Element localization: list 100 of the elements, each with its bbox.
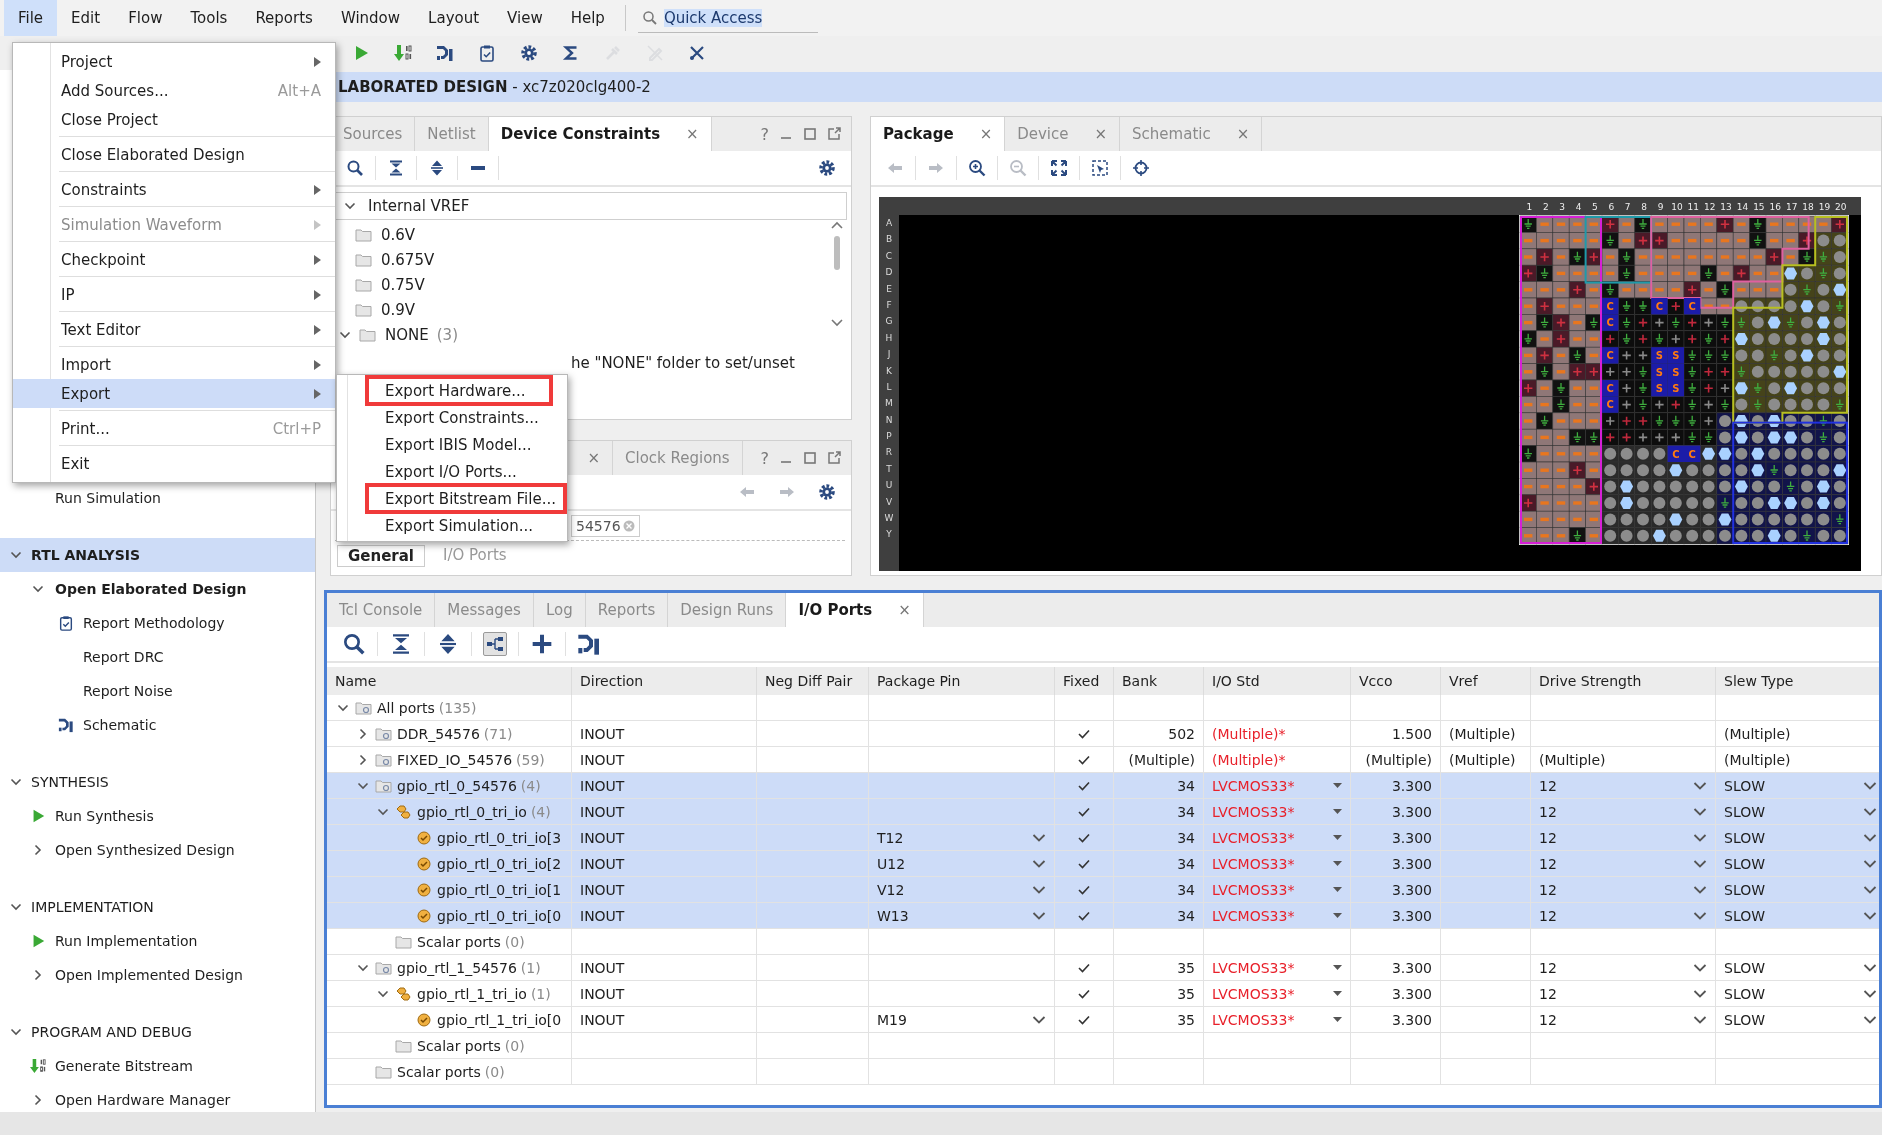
- section-header[interactable]: SYNTHESIS: [0, 765, 315, 799]
- dropdown-arrow-icon[interactable]: [1333, 887, 1342, 892]
- crosshair-icon[interactable]: [1132, 159, 1150, 177]
- clipboard-icon[interactable]: [478, 44, 496, 62]
- menu-item[interactable]: Help: [556, 0, 619, 36]
- table-row[interactable]: gpio_rtl_0_tri_io[3 INOUT T12 34 LVCMOS33* 3.300 12 SLOW: [327, 825, 1879, 851]
- collapse-all-icon[interactable]: [387, 159, 405, 177]
- dropdown-icon[interactable]: [1863, 806, 1877, 817]
- section-header[interactable]: RTL ANALYSIS: [0, 538, 315, 572]
- menu-item[interactable]: Exit: [13, 449, 335, 478]
- quick-access-field[interactable]: Quick Access: [637, 3, 818, 33]
- dropdown-icon[interactable]: [1863, 962, 1877, 973]
- tree-header[interactable]: Internal VREF: [368, 197, 470, 215]
- tree-item[interactable]: 0.6V: [381, 225, 416, 244]
- close-button[interactable]: ×: [1236, 125, 1250, 143]
- chevron-right-icon[interactable]: [32, 969, 44, 981]
- chevron-down-icon[interactable]: [344, 200, 356, 212]
- table-row[interactable]: gpio_rtl_1_tri_io[0 INOUT M19 35 LVCMOS33* 3.300 12 SLOW: [327, 1007, 1879, 1033]
- menu-item[interactable]: Checkpoint: [13, 245, 335, 274]
- zoom-in-icon[interactable]: [968, 159, 986, 177]
- menu-item[interactable]: File: [4, 0, 58, 36]
- nav-item[interactable]: Run Synthesis: [55, 808, 154, 824]
- menu-item[interactable]: View: [493, 0, 557, 36]
- table-row[interactable]: gpio_rtl_0_tri_io (4) INOUT 34 LVCMOS33* 3.300 12 SLOW: [327, 799, 1879, 825]
- dropdown-icon[interactable]: [1693, 1014, 1707, 1025]
- close-button[interactable]: ×: [979, 125, 993, 143]
- schematic-icon[interactable]: [436, 44, 454, 62]
- float-window-icon[interactable]: [827, 451, 841, 465]
- column-header[interactable]: Bank: [1114, 667, 1204, 695]
- nav-item[interactable]: Report Methodology: [83, 615, 225, 631]
- chevron-right-icon[interactable]: [32, 844, 44, 856]
- dropdown-icon[interactable]: [1863, 780, 1877, 791]
- chevron-down-icon[interactable]: [10, 549, 22, 561]
- schematic-icon[interactable]: [58, 717, 74, 733]
- zoom-area-icon[interactable]: [1091, 159, 1109, 177]
- table-row[interactable]: All ports (135): [327, 695, 1879, 721]
- dropdown-icon[interactable]: [1032, 858, 1046, 869]
- nav-item[interactable]: Run Simulation: [55, 490, 161, 506]
- maximize-icon[interactable]: [803, 451, 817, 465]
- tab[interactable]: General: [337, 545, 425, 567]
- dropdown-arrow-icon[interactable]: [1333, 913, 1342, 918]
- dropdown-icon[interactable]: [1863, 884, 1877, 895]
- table-row[interactable]: gpio_rtl_1_54576 (1) INOUT 35 LVCMOS33* 3.300 12 SLOW: [327, 955, 1879, 981]
- dropdown-icon[interactable]: [1863, 988, 1877, 999]
- dropdown-icon[interactable]: [1693, 806, 1707, 817]
- menu-item[interactable]: Import: [13, 350, 335, 379]
- nav-item[interactable]: Open Synthesized Design: [55, 842, 235, 858]
- chevron-down-icon[interactable]: [32, 583, 44, 595]
- fit-view-icon[interactable]: [1050, 159, 1068, 177]
- section-header[interactable]: IMPLEMENTATION: [0, 890, 315, 924]
- column-header[interactable]: I/O Std: [1204, 667, 1351, 695]
- crossed-tools-icon[interactable]: [688, 44, 706, 62]
- dropdown-arrow-icon[interactable]: [1333, 991, 1342, 996]
- schematic-icon[interactable]: [577, 632, 601, 656]
- chevron-down-icon[interactable]: [10, 1026, 22, 1038]
- menu-item[interactable]: Window: [326, 0, 415, 36]
- table-row[interactable]: Scalar ports (0): [327, 1059, 1879, 1085]
- hierarchy-icon[interactable]: [483, 632, 507, 656]
- chevron-right-icon[interactable]: [357, 753, 369, 766]
- nav-item[interactable]: Schematic: [83, 717, 157, 733]
- tree-item[interactable]: NONE: [385, 325, 429, 344]
- column-header[interactable]: Drive Strength: [1531, 667, 1716, 695]
- dropdown-arrow-icon[interactable]: [1333, 809, 1342, 814]
- menu-item[interactable]: Print... Ctrl+P: [13, 414, 335, 443]
- help-button[interactable]: ?: [760, 124, 769, 144]
- dropdown-icon[interactable]: [1693, 910, 1707, 921]
- tab[interactable]: Package ×: [871, 117, 1006, 151]
- column-header[interactable]: Direction: [572, 667, 757, 695]
- dropdown-icon[interactable]: [1693, 780, 1707, 791]
- menu-item[interactable]: Text Editor: [13, 315, 335, 344]
- chevron-right-icon[interactable]: [32, 1094, 44, 1106]
- filter-field[interactable]: 54576: [571, 514, 640, 537]
- settings-icon[interactable]: [520, 44, 538, 62]
- dropdown-arrow-icon[interactable]: [1333, 835, 1342, 840]
- dropdown-icon[interactable]: [1693, 832, 1707, 843]
- section-header[interactable]: PROGRAM AND DEBUG: [0, 1015, 315, 1049]
- column-header[interactable]: Slew Type: [1716, 667, 1879, 695]
- table-row[interactable]: gpio_rtl_0_54576 (4) INOUT 34 LVCMOS33* 3.300 12 SLOW: [327, 773, 1879, 799]
- settings-icon[interactable]: [818, 159, 836, 177]
- menu-item[interactable]: Export: [13, 379, 335, 408]
- nav-item[interactable]: Run Implementation: [55, 933, 198, 949]
- dropdown-icon[interactable]: [1032, 832, 1046, 843]
- search-icon[interactable]: [346, 159, 364, 177]
- sigma-icon[interactable]: [562, 44, 580, 62]
- menu-item[interactable]: Export Bitstream File...: [367, 485, 565, 512]
- dropdown-icon[interactable]: [1032, 884, 1046, 895]
- nav-item[interactable]: Open Hardware Manager: [55, 1092, 231, 1108]
- search-icon[interactable]: [342, 632, 366, 656]
- column-header[interactable]: Neg Diff Pair: [757, 667, 869, 695]
- settings-icon[interactable]: [818, 483, 836, 501]
- tab[interactable]: Schematic ×: [1120, 117, 1263, 151]
- menu-item[interactable]: Export Constraints...: [337, 404, 567, 431]
- expand-all-icon[interactable]: [428, 159, 446, 177]
- dropdown-arrow-icon[interactable]: [1333, 1017, 1342, 1022]
- clipboard-icon[interactable]: [58, 615, 74, 631]
- menu-item[interactable]: Layout: [414, 0, 494, 36]
- help-button[interactable]: ?: [760, 448, 769, 468]
- bitstream-icon[interactable]: [30, 1058, 46, 1074]
- nav-item[interactable]: Generate Bitstream: [55, 1058, 193, 1074]
- menu-item[interactable]: Edit: [57, 0, 115, 36]
